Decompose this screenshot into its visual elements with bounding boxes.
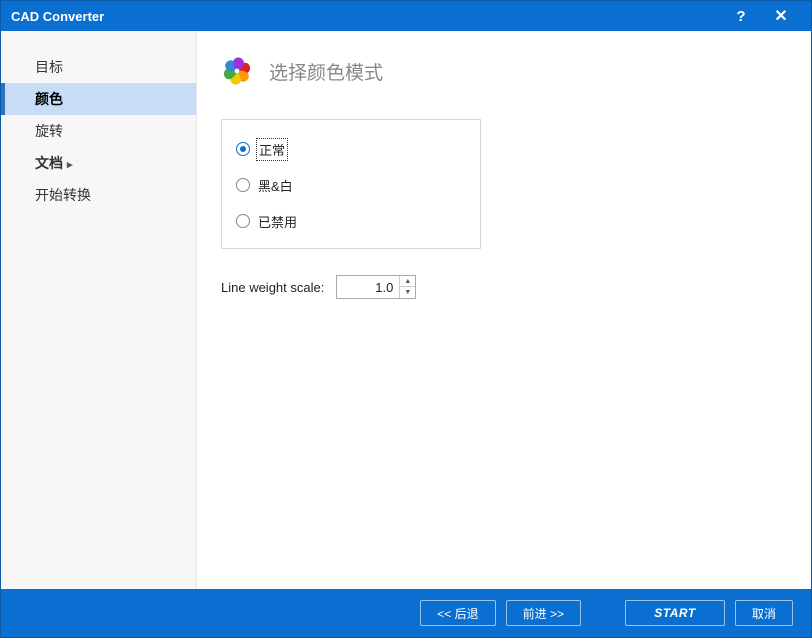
sidebar-item-label: 颜色: [35, 91, 63, 107]
sidebar-item-label: 目标: [35, 59, 63, 75]
line-weight-row: Line weight scale: 1.0 ▲ ▼: [221, 275, 781, 299]
radio-button[interactable]: [236, 142, 250, 156]
spinner-down[interactable]: ▼: [400, 287, 415, 298]
radio-row-1[interactable]: 黑&白: [236, 174, 466, 196]
sidebar-item-label: 开始转换: [35, 187, 91, 203]
heading: 选择颜色模式: [217, 51, 781, 91]
pinwheel-icon: [217, 51, 257, 91]
cancel-button[interactable]: 取消: [735, 600, 793, 626]
content: 选择颜色模式 正常黑&白已禁用 Line weight scale: 1.0 ▲…: [197, 31, 811, 589]
radio-label: 黑&白: [258, 176, 293, 195]
radio-button[interactable]: [236, 214, 250, 228]
radio-row-0[interactable]: 正常: [236, 138, 466, 160]
radio-label: 已禁用: [258, 212, 297, 231]
sidebar-item-3[interactable]: 文档▸: [1, 147, 196, 179]
start-button[interactable]: START: [625, 600, 725, 626]
line-weight-label: Line weight scale:: [221, 280, 324, 295]
line-weight-spinner[interactable]: 1.0 ▲ ▼: [336, 275, 416, 299]
line-weight-value: 1.0: [337, 280, 399, 295]
radio-label: 正常: [258, 140, 286, 159]
back-button[interactable]: << 后退: [420, 600, 495, 626]
spinner-buttons: ▲ ▼: [399, 276, 415, 298]
sidebar: 目标颜色旋转文档▸ 开始转换: [1, 31, 197, 589]
titlebar: CAD Converter ? ✕: [1, 1, 811, 31]
sidebar-item-4[interactable]: 开始转换: [1, 179, 196, 211]
page-title: 选择颜色模式: [269, 58, 383, 85]
radio-row-2[interactable]: 已禁用: [236, 210, 466, 232]
color-mode-group: 正常黑&白已禁用: [221, 119, 481, 249]
next-button[interactable]: 前进 >>: [506, 600, 581, 626]
footer: << 后退 前进 >> START 取消: [1, 589, 811, 637]
sidebar-item-label: 旋转: [35, 123, 63, 139]
window-title: CAD Converter: [11, 9, 721, 24]
spinner-up[interactable]: ▲: [400, 276, 415, 287]
sidebar-item-0[interactable]: 目标: [1, 51, 196, 83]
chevron-right-icon: ▸: [67, 149, 73, 181]
radio-button[interactable]: [236, 178, 250, 192]
body: 目标颜色旋转文档▸ 开始转换 选择颜色模式 正常黑&白已禁用: [1, 31, 811, 589]
sidebar-item-2[interactable]: 旋转: [1, 115, 196, 147]
help-button[interactable]: ?: [721, 8, 761, 25]
sidebar-item-1[interactable]: 颜色: [1, 83, 196, 115]
sidebar-item-label: 文档: [35, 155, 63, 171]
close-button[interactable]: ✕: [761, 6, 801, 26]
